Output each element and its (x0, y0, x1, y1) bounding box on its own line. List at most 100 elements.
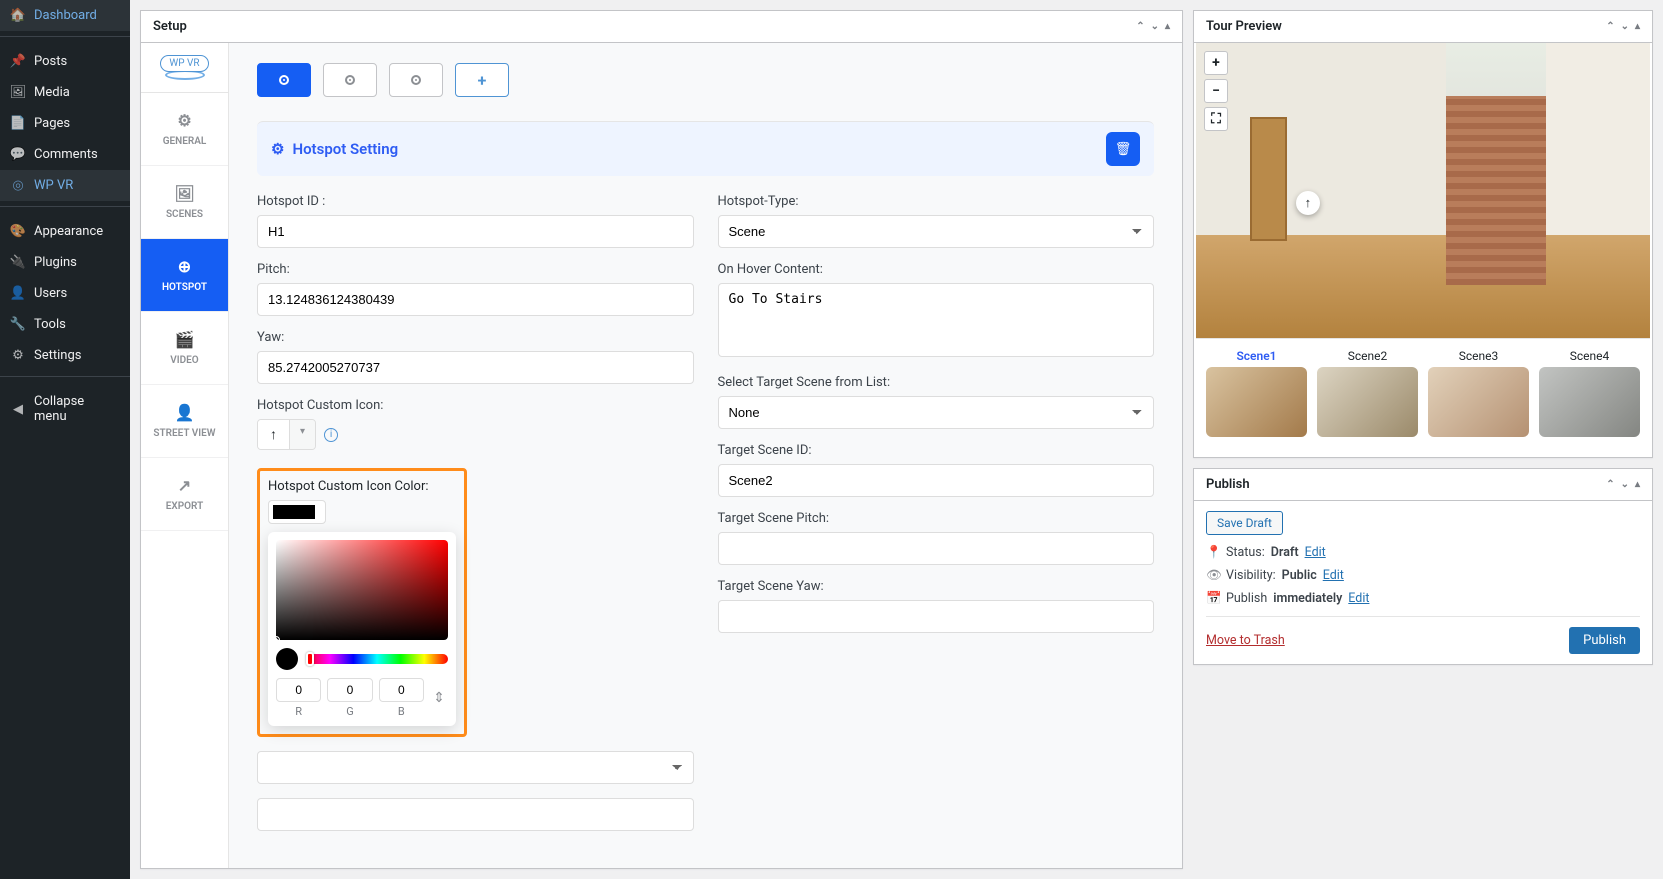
target-scene-pitch-field: Target Scene Pitch: (718, 511, 1155, 565)
edit-schedule-link[interactable]: Edit (1348, 591, 1369, 606)
target-scene-id-input[interactable] (718, 464, 1155, 497)
scene-thumb-2[interactable]: Scene2 (1317, 349, 1418, 437)
panel-up-icon[interactable]: ⌃ (1606, 21, 1614, 32)
panel-up-icon[interactable]: ⌃ (1136, 21, 1144, 32)
pitch-input[interactable] (257, 283, 694, 316)
scene-label: Scene2 (1317, 349, 1418, 363)
color-mode-toggle[interactable]: ⇕ (430, 678, 448, 718)
color-r-input[interactable] (276, 678, 321, 702)
hotspot-setting-title: Hotspot Setting (292, 140, 398, 158)
move-to-trash-link[interactable]: Move to Trash (1206, 633, 1285, 648)
streetview-icon: 👤 (145, 403, 224, 422)
menu-settings[interactable]: ⚙Settings (0, 340, 130, 371)
menu-label: Media (34, 85, 70, 100)
menu-dashboard[interactable]: 🏠Dashboard (0, 0, 130, 31)
delete-hotspot-button[interactable]: 🗑 (1106, 132, 1140, 166)
tab-export[interactable]: ↗EXPORT (141, 458, 228, 531)
color-picker-highlight: Hotspot Custom Icon Color: (257, 468, 467, 737)
tab-street-view[interactable]: 👤STREET VIEW (141, 385, 228, 458)
tab-scenes[interactable]: 🖼SCENES (141, 166, 228, 239)
color-b-input[interactable] (379, 678, 424, 702)
custom-icon-label: Hotspot Custom Icon: (257, 398, 694, 413)
scene-thumb-1[interactable]: Scene1 (1206, 349, 1307, 437)
menu-wpvr[interactable]: ◎ WP VR (0, 170, 130, 201)
hotspot-type-select[interactable]: Scene (718, 215, 1155, 248)
panel-up-icon[interactable]: ⌃ (1606, 479, 1614, 490)
menu-plugins[interactable]: 🔌Plugins (0, 247, 130, 278)
icon-picker[interactable]: ↑ ▾ (257, 419, 316, 450)
info-icon[interactable]: i (324, 428, 338, 442)
zoom-out-button[interactable]: − (1204, 79, 1228, 103)
extra-select-field (257, 751, 694, 784)
color-swatch-button[interactable] (268, 500, 326, 524)
target-scene-id-field: Target Scene ID: (718, 443, 1155, 497)
tab-general[interactable]: ⚙GENERAL (141, 93, 228, 166)
tools-icon: 🔧 (10, 317, 26, 332)
schedule-row: 📅 Publish immediately Edit (1206, 591, 1640, 606)
wpvr-logo: WP VR (141, 43, 228, 93)
color-g-input[interactable] (327, 678, 372, 702)
scene-label: Scene1 (1206, 349, 1307, 363)
collapse-icon: ◀ (10, 402, 26, 417)
menu-posts[interactable]: 📌Posts (0, 46, 130, 77)
publish-button[interactable]: Publish (1569, 627, 1640, 654)
target-scene-pitch-label: Target Scene Pitch: (718, 511, 1155, 526)
wp-admin-sidebar: 🏠Dashboard 📌Posts 🖼Media 📄Pages 💬Comment… (0, 0, 130, 879)
target-scene-yaw-input[interactable] (718, 600, 1155, 633)
hotspot-marker[interactable]: ↑ (1296, 191, 1320, 215)
scene-thumb-4[interactable]: Scene4 (1539, 349, 1640, 437)
panel-toggle-icon[interactable]: ▴ (1635, 479, 1640, 490)
scene-thumb-3[interactable]: Scene3 (1428, 349, 1529, 437)
hotspot-id-input[interactable] (257, 215, 694, 248)
saturation-value-area[interactable] (276, 540, 448, 640)
tab-video[interactable]: 🎬VIDEO (141, 312, 228, 385)
tab-label: SCENES (166, 209, 203, 220)
fullscreen-button[interactable]: ⛶ (1204, 107, 1228, 131)
yaw-input[interactable] (257, 351, 694, 384)
zoom-in-button[interactable]: + (1204, 51, 1228, 75)
menu-label: WP VR (34, 178, 73, 193)
panel-toggle-icon[interactable]: ▴ (1165, 21, 1170, 32)
preview-doorway (1250, 117, 1286, 241)
menu-label: Plugins (34, 255, 77, 270)
menu-collapse[interactable]: ◀Collapse menu (0, 386, 130, 432)
pin-icon: 📌 (10, 54, 26, 69)
preview-viewport[interactable]: + − ⛶ ↑ (1196, 43, 1650, 339)
save-draft-button[interactable]: Save Draft (1206, 511, 1283, 535)
hotspot-nav-3[interactable] (389, 63, 443, 97)
target-scene-list-select[interactable]: None (718, 396, 1155, 429)
extra-input[interactable] (257, 798, 694, 831)
target-scene-pitch-input[interactable] (718, 532, 1155, 565)
hotspot-nav-1[interactable] (257, 63, 311, 97)
hue-slider[interactable] (306, 654, 448, 664)
menu-appearance[interactable]: 🎨Appearance (0, 216, 130, 247)
panel-toggle-icon[interactable]: ▴ (1635, 21, 1640, 32)
status-value: Draft (1271, 545, 1299, 560)
scene-thumb-image (1539, 367, 1640, 437)
hotspot-nav-2[interactable] (323, 63, 377, 97)
hue-handle[interactable] (306, 652, 314, 666)
visibility-label: Visibility: (1226, 568, 1276, 583)
scene-label: Scene4 (1539, 349, 1640, 363)
panel-down-icon[interactable]: ⌄ (1151, 21, 1159, 32)
hotspot-type-label: Hotspot-Type: (718, 194, 1155, 209)
pin-icon: 📍 (1206, 545, 1220, 560)
menu-comments[interactable]: 💬Comments (0, 139, 130, 170)
edit-status-link[interactable]: Edit (1305, 545, 1326, 560)
menu-tools[interactable]: 🔧Tools (0, 309, 130, 340)
wpvr-icon: ◎ (10, 178, 26, 193)
hotspot-nav-add[interactable]: + (455, 63, 509, 97)
b-label: B (379, 705, 424, 718)
panel-down-icon[interactable]: ⌄ (1621, 479, 1629, 490)
sv-handle[interactable] (272, 636, 280, 644)
extra-select[interactable] (257, 751, 694, 784)
panel-down-icon[interactable]: ⌄ (1621, 21, 1629, 32)
edit-visibility-link[interactable]: Edit (1323, 568, 1344, 583)
tab-hotspot[interactable]: ⊕HOTSPOT (141, 239, 228, 312)
extra-input-field (257, 798, 694, 831)
menu-media[interactable]: 🖼Media (0, 77, 130, 108)
export-icon: ↗ (145, 476, 224, 495)
menu-pages[interactable]: 📄Pages (0, 108, 130, 139)
menu-users[interactable]: 👤Users (0, 278, 130, 309)
on-hover-textarea[interactable]: Go To Stairs (718, 283, 1155, 357)
